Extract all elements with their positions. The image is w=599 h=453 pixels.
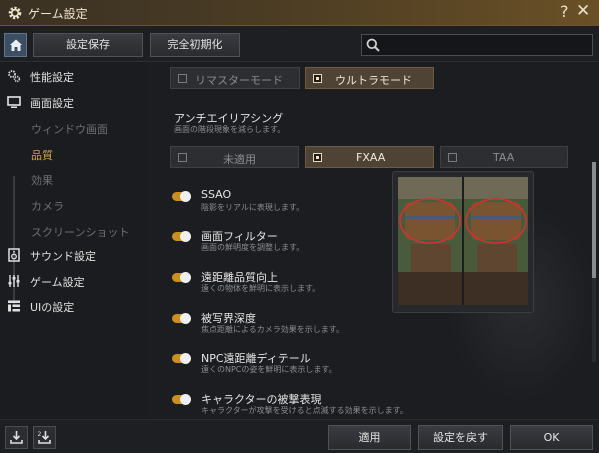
sidebar-item-label: カメラ xyxy=(31,200,64,213)
remaster-mode-option[interactable]: リマスターモード xyxy=(170,67,300,89)
scrollbar-thumb[interactable] xyxy=(592,162,596,278)
aa-taa-option[interactable]: TAA xyxy=(440,146,568,168)
setting-desc: 焦点距離によるカメラ効果を示します。 xyxy=(201,325,344,334)
save-settings-button[interactable]: 設定保存 xyxy=(33,33,143,57)
gear-icon xyxy=(8,6,22,20)
sidebar-item-display[interactable]: 画面設定 xyxy=(0,91,146,113)
gears-icon xyxy=(8,70,21,83)
sidebar-item-label: 性能設定 xyxy=(30,71,74,84)
sidebar-item-label: 効果 xyxy=(31,174,53,187)
checkbox xyxy=(448,153,457,162)
setting-desc: 画面の鮮明度を調整します。 xyxy=(201,243,305,252)
checkbox xyxy=(178,74,187,83)
setting-desc: 陰影をリアルに表現します。 xyxy=(201,203,305,212)
hit-effect-toggle[interactable] xyxy=(172,394,191,405)
import-button[interactable] xyxy=(5,426,28,449)
import-2-button[interactable]: 2 xyxy=(33,426,56,449)
sidebar-item-label: ゲーム設定 xyxy=(30,276,85,289)
sidebar-item-game[interactable]: ゲーム設定 xyxy=(0,270,146,292)
preview-image xyxy=(392,171,534,313)
monitor-icon xyxy=(7,96,21,108)
setting-desc: 遠くのNPCの姿を鮮明に表示します。 xyxy=(201,365,337,374)
sidebar-item-label: 画面設定 xyxy=(30,97,74,110)
sidebar-item-label: サウンド設定 xyxy=(30,250,96,263)
ultra-mode-option[interactable]: ウルトラモード xyxy=(305,67,434,89)
option-label: TAA xyxy=(493,151,515,164)
aa-fxaa-option[interactable]: FXAA xyxy=(305,146,434,168)
sidebar-item-label: 品質 xyxy=(31,149,53,162)
sidebar-item-sound[interactable]: サウンド設定 xyxy=(0,244,146,266)
sidebar-item-performance[interactable]: 性能設定 xyxy=(0,65,146,87)
game-settings-window: ゲーム設定 ? ✕ 設定保存 完全初期化 性能設定 画面設定 ウィンドウ画面 品… xyxy=(0,0,599,453)
aa-none-option[interactable]: 未適用 xyxy=(170,146,299,168)
antialiasing-desc: 画面の階段現象を減らします。 xyxy=(174,125,286,134)
sidebar-item-label: UIの設定 xyxy=(30,301,75,314)
ssao-toggle[interactable] xyxy=(172,191,191,202)
setting-desc: 遠くの物体を鮮明に表示します。 xyxy=(201,284,321,293)
sidebar-subitem-quality[interactable]: 品質 xyxy=(0,143,146,165)
speaker-icon xyxy=(8,248,20,262)
bottom-bar: 2 適用 設定を戻す OK xyxy=(0,419,599,453)
apply-button[interactable]: 適用 xyxy=(328,425,411,450)
depth-of-field-toggle[interactable] xyxy=(172,313,191,324)
option-label: FXAA xyxy=(356,151,386,164)
screen-filter-toggle[interactable] xyxy=(172,231,191,242)
search-input[interactable] xyxy=(361,34,593,56)
home-icon xyxy=(10,39,22,51)
close-icon[interactable]: ✕ xyxy=(576,1,590,21)
sidebar-subitem-effects[interactable]: 効果 xyxy=(0,168,146,190)
svg-text:2: 2 xyxy=(38,431,42,438)
window-title: ゲーム設定 xyxy=(28,7,88,21)
help-icon[interactable]: ? xyxy=(560,2,569,21)
setting-desc: キャラクターが攻撃を受けると点滅する効果を示します。 xyxy=(201,406,408,415)
checkbox xyxy=(178,153,187,162)
sidebar-subitem-window[interactable]: ウィンドウ画面 xyxy=(0,117,146,139)
sidebar-item-ui[interactable]: UIの設定 xyxy=(0,295,146,317)
sidebar-item-label: ウィンドウ画面 xyxy=(31,123,108,136)
option-label: リマスターモード xyxy=(195,74,283,87)
checkbox xyxy=(313,74,322,83)
ssao-comparison-image xyxy=(398,177,528,305)
sliders-icon xyxy=(8,275,20,287)
revert-settings-button[interactable]: 設定を戻す xyxy=(418,425,503,450)
checkbox xyxy=(313,153,322,162)
toolbar: 設定保存 完全初期化 xyxy=(0,27,599,62)
option-label: ウルトラモード xyxy=(335,74,412,87)
full-reset-button[interactable]: 完全初期化 xyxy=(150,33,240,57)
setting-title: SSAO xyxy=(201,188,232,201)
settings-content: リマスターモード ウルトラモード アンチエイリアシング 画面の階段現象を減らしま… xyxy=(146,62,599,419)
sidebar: 性能設定 画面設定 ウィンドウ画面 品質 効果 カメラ スクリーンショット サウ… xyxy=(0,62,146,419)
sidebar-subitem-camera[interactable]: カメラ xyxy=(0,194,146,216)
ui-layout-icon xyxy=(8,300,20,312)
download-2-icon: 2 xyxy=(38,431,51,444)
sidebar-item-label: スクリーンショット xyxy=(31,226,130,239)
sidebar-subitem-screenshot[interactable]: スクリーンショット xyxy=(0,220,146,242)
far-quality-toggle[interactable] xyxy=(172,272,191,283)
option-label: 未適用 xyxy=(223,153,256,166)
download-icon xyxy=(10,431,23,444)
ok-button[interactable]: OK xyxy=(510,425,593,450)
search-icon xyxy=(366,38,380,52)
home-button[interactable] xyxy=(4,33,27,57)
npc-far-detail-toggle[interactable] xyxy=(172,353,191,364)
title-bar: ゲーム設定 ? ✕ xyxy=(0,0,599,26)
